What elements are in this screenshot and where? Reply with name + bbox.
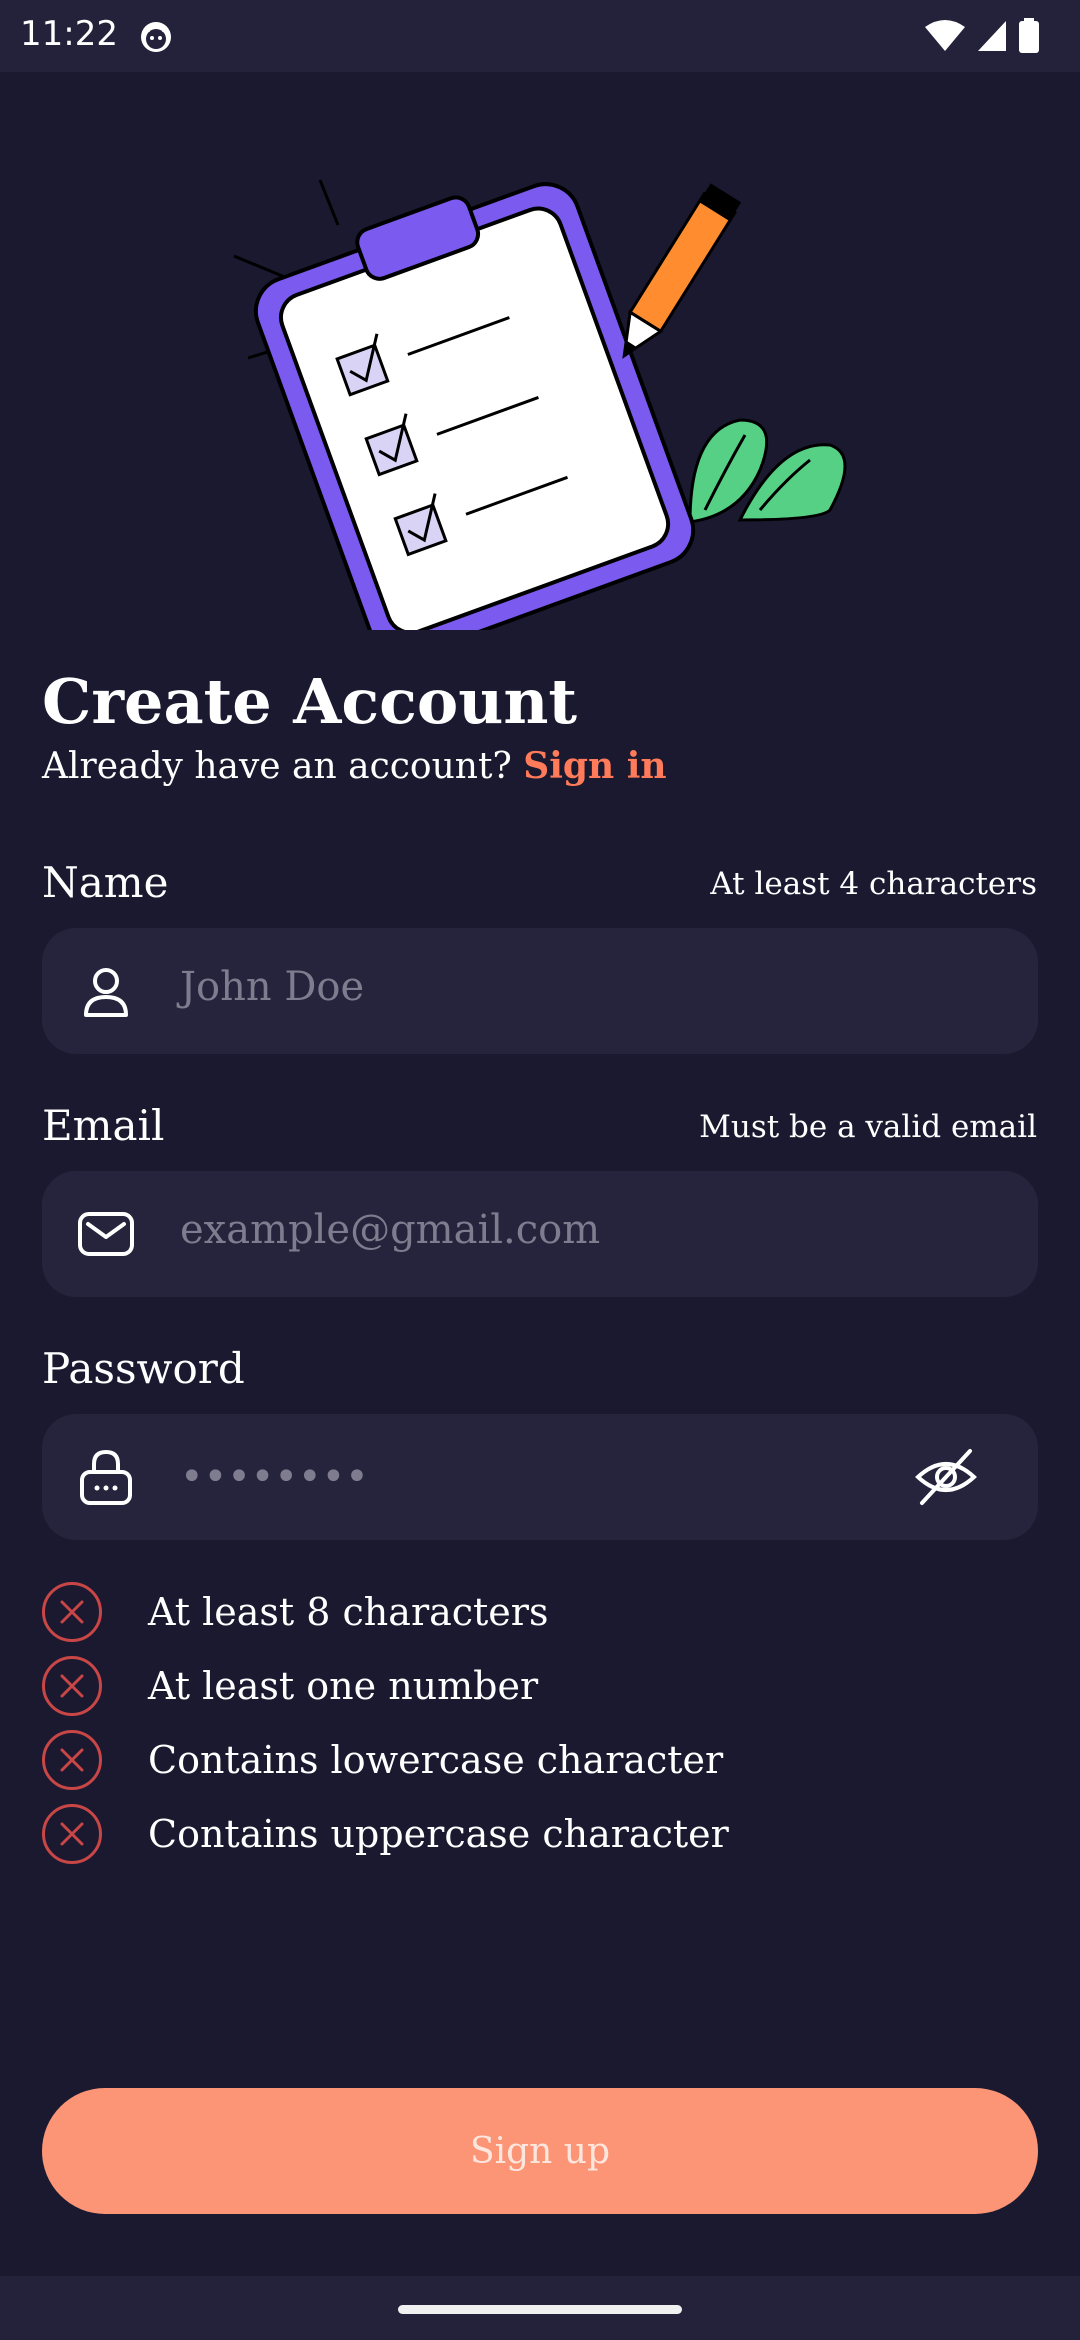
error-x-icon — [42, 1656, 102, 1716]
requirement-item: At least one number — [42, 1654, 538, 1718]
requirement-item: Contains lowercase character — [42, 1728, 723, 1792]
name-field[interactable]: John Doe — [42, 928, 1038, 1054]
error-x-icon — [42, 1582, 102, 1642]
status-bar: 11:22 — [0, 0, 1080, 72]
signin-prompt-text: Already have an account? — [42, 746, 512, 787]
requirement-text: At least one number — [148, 1664, 539, 1708]
name-hint: At least 4 characters — [710, 866, 1037, 902]
clipboard-illustration — [220, 170, 860, 660]
person-icon — [76, 961, 136, 1021]
requirement-text: At least 8 characters — [148, 1590, 549, 1634]
wifi-icon — [924, 19, 966, 57]
lock-icon — [76, 1447, 136, 1507]
email-field[interactable]: example@gmail.com — [42, 1171, 1038, 1297]
signin-prompt: Already have an account? Sign in — [42, 745, 667, 787]
eye-off-icon[interactable] — [914, 1447, 978, 1507]
system-icons — [924, 18, 1040, 58]
navigation-bar — [0, 2276, 1080, 2340]
email-label: Email — [42, 1101, 165, 1150]
email-input[interactable]: example@gmail.com — [180, 1207, 600, 1253]
signup-button[interactable]: Sign up — [42, 2088, 1038, 2214]
home-gesture-handle[interactable] — [398, 2305, 682, 2314]
email-hint: Must be a valid email — [699, 1109, 1037, 1145]
password-input[interactable]: •••••••• — [180, 1454, 369, 1500]
requirement-item: Contains uppercase character — [42, 1802, 729, 1866]
status-time: 11:22 — [20, 14, 118, 54]
password-field[interactable]: •••••••• — [42, 1414, 1038, 1540]
name-label: Name — [42, 858, 169, 907]
name-input[interactable]: John Doe — [180, 964, 364, 1010]
mail-icon — [76, 1204, 136, 1264]
signin-link[interactable]: Sign in — [523, 745, 666, 787]
signal-icon — [976, 19, 1008, 57]
requirement-text: Contains lowercase character — [148, 1738, 724, 1782]
error-x-icon — [42, 1730, 102, 1790]
requirement-item: At least 8 characters — [42, 1580, 548, 1644]
requirement-text: Contains uppercase character — [148, 1812, 729, 1856]
cat-notification-icon — [138, 18, 174, 58]
error-x-icon — [42, 1804, 102, 1864]
page-title: Create Account — [42, 665, 578, 738]
password-label: Password — [42, 1344, 245, 1393]
battery-icon — [1018, 18, 1040, 58]
